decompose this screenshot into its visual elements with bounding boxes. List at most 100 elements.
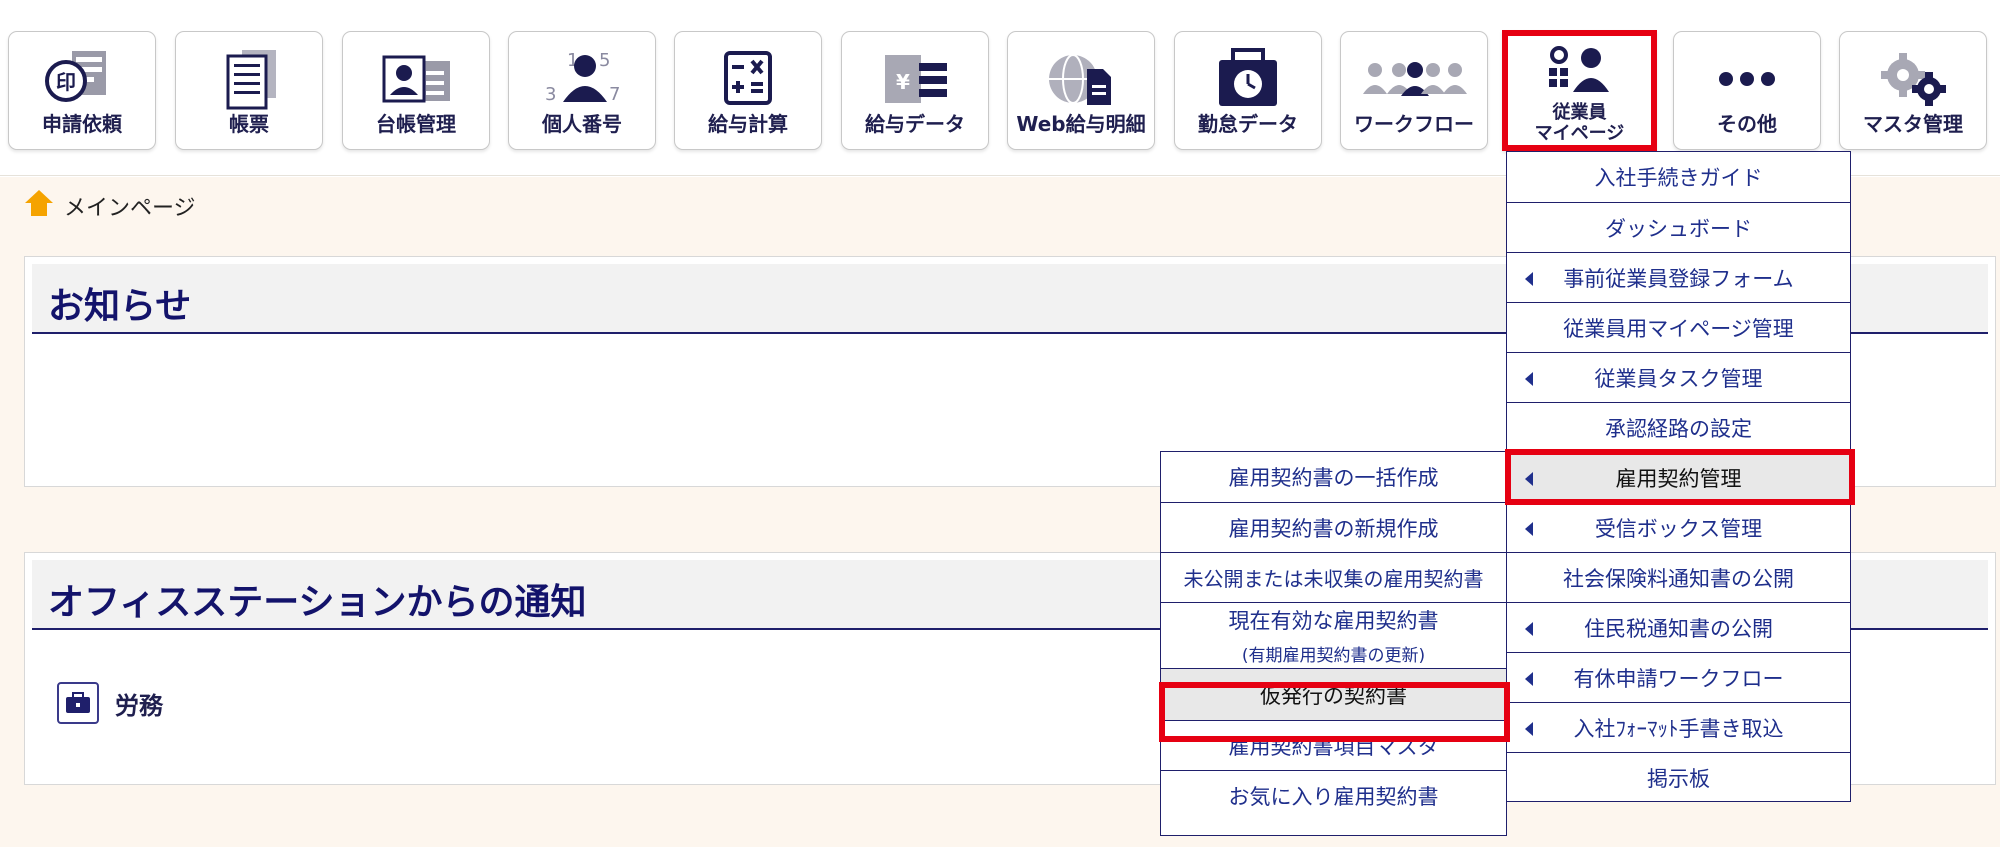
seal-document-icon: 印 — [9, 48, 155, 110]
tile-workflow[interactable]: ワークフロー — [1340, 31, 1488, 150]
menu-item-label: 雇用契約管理 — [1615, 466, 1742, 491]
web-payslip-icon — [1008, 48, 1154, 110]
main-toolbar: 印 申請依頼 帳票 台帳管理 1 5 3 7 個人番号 給与計算 ¥ 給与データ… — [0, 0, 2000, 176]
menu-item-label: 従業員タスク管理 — [1594, 366, 1763, 391]
menu-item-jushin-box[interactable]: 受信ボックス管理 — [1507, 502, 1850, 552]
tile-label: 個人番号 — [542, 112, 622, 136]
svg-text:7: 7 — [609, 84, 620, 105]
tile-label: 申請依頼 — [42, 112, 122, 136]
menu-item-tegaki-torikomi[interactable]: 入社ﾌｫｰﾏｯﾄ手書き取込 — [1507, 702, 1850, 752]
gears-icon — [1840, 48, 1986, 110]
roumu-label: 労務 — [115, 691, 163, 720]
menu-item-shakai-hoken[interactable]: 社会保険料通知書の公開 — [1507, 552, 1850, 602]
tile-label-line2: マイページ — [1534, 123, 1625, 144]
tile-label: Web給与明細 — [1016, 112, 1146, 136]
menu-item-label: お気に入り雇用契約書 — [1228, 784, 1439, 809]
menu-item-sublabel: (有期雇用契約書の更新) — [1241, 646, 1426, 666]
employee-gear-icon — [1508, 46, 1651, 96]
tile-label: マスタ管理 — [1863, 112, 1963, 136]
tile-kyuuyo-keisan[interactable]: 給与計算 — [674, 31, 822, 150]
menu-item-mypage-kanri[interactable]: 従業員用マイページ管理 — [1507, 302, 1850, 352]
menu-item-label: 入社手続きガイド — [1594, 166, 1763, 190]
tile-kyuuyo-data[interactable]: ¥ 給与データ — [841, 31, 989, 150]
menu-item-shounin-keiro[interactable]: 承認経路の設定 — [1507, 402, 1850, 452]
menu-item-label: 受信ボックス管理 — [1594, 516, 1763, 541]
officestation-panel-title: オフィスステーションからの通知 — [48, 582, 587, 623]
menu-item-label: 入社ﾌｫｰﾏｯﾄ手書き取込 — [1573, 716, 1784, 741]
menu-item-task-kanri[interactable]: 従業員タスク管理 — [1507, 352, 1850, 402]
breadcrumb-home-label[interactable]: メインページ — [64, 190, 196, 222]
tile-label: その他 — [1717, 112, 1777, 136]
tile-label: ワークフロー — [1354, 112, 1474, 136]
menu-item-label: 社会保険料通知書の公開 — [1563, 566, 1794, 591]
menu-item-label: 有休申請ワークフロー — [1573, 666, 1784, 691]
tile-label: 帳票 — [229, 112, 269, 136]
tile-label-line1: 従業員 — [1552, 102, 1607, 123]
svg-text:¥: ¥ — [896, 70, 910, 94]
menu-item-label: 掲示板 — [1647, 766, 1710, 791]
document-icon — [176, 48, 322, 110]
submenu-item-kari-hakkou[interactable]: 仮発行の契約書 — [1161, 668, 1506, 720]
tile-web-kyuuyo-meisai[interactable]: Web給与明細 — [1007, 31, 1155, 150]
timecard-icon — [1175, 48, 1321, 110]
tile-employee-mypage[interactable]: 従業員 マイページ — [1502, 30, 1657, 151]
notice-panel-title: お知らせ — [48, 286, 192, 327]
tile-label: 台帳管理 — [376, 112, 456, 136]
tile-label: 給与データ — [865, 112, 965, 136]
menu-item-label: 仮発行の契約書 — [1260, 683, 1407, 708]
menu-item-nyuusha-guide[interactable]: 入社手続きガイド — [1507, 152, 1850, 202]
menu-item-label: 現在有効な雇用契約書 — [1228, 609, 1439, 633]
svg-text:3: 3 — [545, 84, 556, 105]
tile-sonota[interactable]: その他 — [1673, 31, 1821, 150]
menu-item-juuminzei[interactable]: 住民税通知書の公開 — [1507, 602, 1850, 652]
contract-submenu: 雇用契約書の一括作成 雇用契約書の新規作成 未公開または未収集の雇用契約書 現在… — [1160, 451, 1507, 836]
calculator-icon — [675, 48, 821, 110]
tile-kojin-bangou[interactable]: 1 5 3 7 個人番号 — [508, 31, 656, 150]
submenu-arrow-icon — [1525, 722, 1533, 736]
tile-master-kanri[interactable]: マスタ管理 — [1839, 31, 1987, 150]
menu-item-koyou-keiyaku-kanri[interactable]: 雇用契約管理 — [1507, 452, 1850, 502]
tile-label: 給与計算 — [708, 112, 788, 136]
id-card-icon — [343, 48, 489, 110]
breadcrumb[interactable]: メインページ — [24, 189, 196, 223]
submenu-arrow-icon — [1525, 522, 1533, 536]
briefcase-icon — [57, 682, 99, 724]
menu-item-jizen-touroku[interactable]: 事前従業員登録フォーム — [1507, 252, 1850, 302]
workflow-people-icon — [1341, 48, 1487, 110]
roumu-category[interactable]: 労務 — [57, 682, 163, 724]
submenu-item-shinki-sakusei[interactable]: 雇用契約書の新規作成 — [1161, 502, 1506, 552]
tile-kintai-data[interactable]: 勤怠データ — [1174, 31, 1322, 150]
menu-item-label: 雇用契約書の一括作成 — [1228, 466, 1439, 490]
more-dots-icon — [1674, 48, 1820, 110]
yen-data-icon: ¥ — [842, 48, 988, 110]
submenu-item-okiniiri[interactable]: お気に入り雇用契約書 — [1161, 770, 1506, 820]
submenu-item-koumoku-master[interactable]: 雇用契約書項目マスタ — [1161, 720, 1506, 770]
menu-item-label: 承認経路の設定 — [1605, 416, 1752, 441]
submenu-item-genzai-yuukou[interactable]: 現在有効な雇用契約書 (有期雇用契約書の更新) — [1161, 602, 1506, 668]
home-icon — [24, 189, 54, 223]
submenu-arrow-icon — [1525, 272, 1533, 286]
menu-item-label: ダッシュボード — [1605, 216, 1752, 241]
menu-item-dashboard[interactable]: ダッシュボード — [1507, 202, 1850, 252]
menu-item-label: 従業員用マイページ管理 — [1563, 316, 1794, 341]
employee-mypage-menu: 入社手続きガイド ダッシュボード 事前従業員登録フォーム 従業員用マイページ管理… — [1506, 151, 1851, 802]
menu-item-yuukyuu-workflow[interactable]: 有休申請ワークフロー — [1507, 652, 1850, 702]
person-number-icon: 1 5 3 7 — [509, 48, 655, 110]
tile-shinsei-irai[interactable]: 印 申請依頼 — [8, 31, 156, 150]
svg-text:印: 印 — [56, 70, 76, 94]
menu-item-keijiban[interactable]: 掲示板 — [1507, 752, 1850, 802]
menu-item-label: 未公開または未収集の雇用契約書 — [1183, 567, 1484, 591]
tile-label: 従業員 マイページ — [1508, 102, 1651, 144]
submenu-arrow-icon — [1525, 372, 1533, 386]
menu-item-label: 雇用契約書項目マスタ — [1228, 734, 1439, 759]
submenu-arrow-icon — [1525, 472, 1533, 486]
submenu-item-mikoukai[interactable]: 未公開または未収集の雇用契約書 — [1161, 552, 1506, 602]
tile-daichou-kanri[interactable]: 台帳管理 — [342, 31, 490, 150]
menu-item-label: 雇用契約書の新規作成 — [1228, 516, 1439, 541]
submenu-arrow-icon — [1525, 622, 1533, 636]
tile-chouhyou[interactable]: 帳票 — [175, 31, 323, 150]
submenu-arrow-icon — [1525, 672, 1533, 686]
submenu-item-ikkatsu-sakusei[interactable]: 雇用契約書の一括作成 — [1161, 452, 1506, 502]
svg-text:5: 5 — [599, 50, 610, 71]
menu-item-label: 事前従業員登録フォーム — [1563, 266, 1794, 291]
